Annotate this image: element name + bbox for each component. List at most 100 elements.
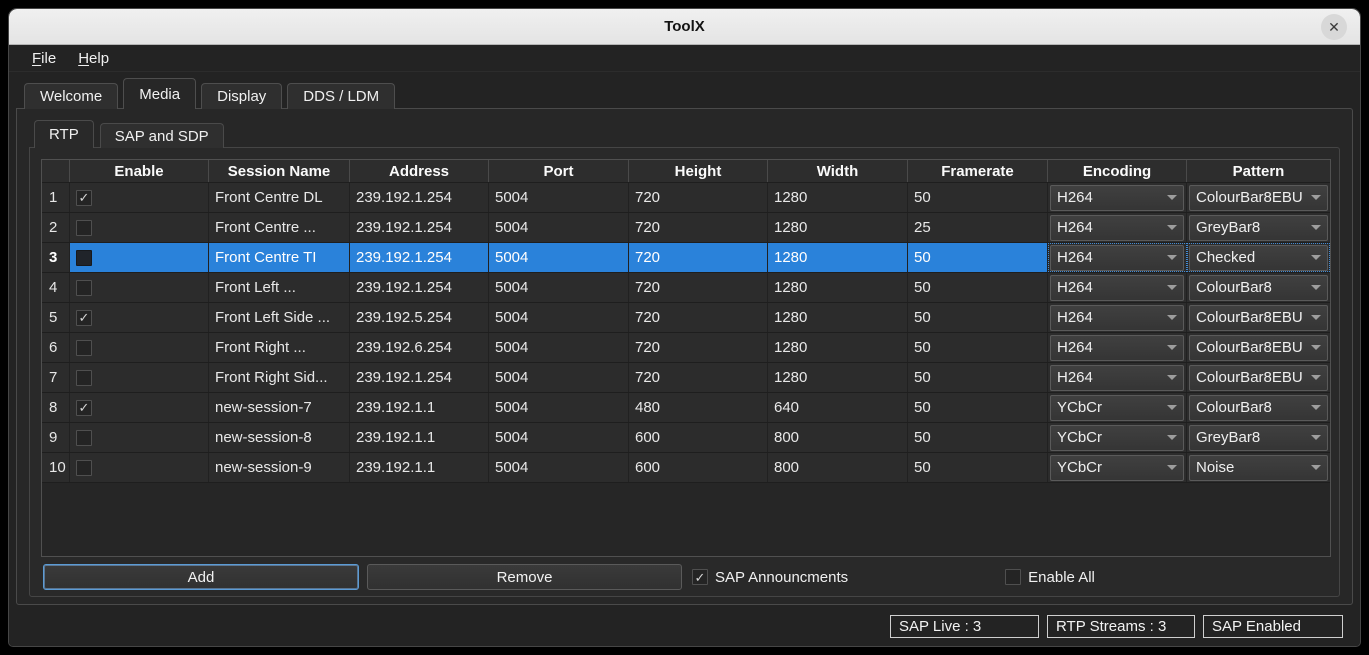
table-row[interactable]: 8 ✓ new-session-7 239.192.1.1 5004 480 6… [42, 393, 1330, 423]
encoding-dropdown[interactable]: YCbCr [1050, 454, 1184, 481]
row-number[interactable]: 3 [42, 243, 70, 272]
pattern-value: GreyBar8 [1196, 429, 1261, 446]
titlebar[interactable]: ToolX ✕ [9, 9, 1360, 45]
session-name-cell: Front Left ... [209, 273, 350, 302]
enable-checkbox[interactable]: ✓ [76, 309, 92, 326]
width-cell: 800 [768, 423, 908, 452]
table-row[interactable]: 7 ✓ Front Right Sid... 239.192.1.254 500… [42, 363, 1330, 393]
encoding-dropdown[interactable]: H264 [1050, 364, 1184, 391]
row-number[interactable]: 1 [42, 183, 70, 212]
enable-checkbox[interactable]: ✓ [76, 219, 92, 236]
row-number[interactable]: 4 [42, 273, 70, 302]
enable-cell: ✓ [70, 213, 209, 242]
encoding-dropdown[interactable]: YCbCr [1050, 394, 1184, 421]
port-cell: 5004 [489, 393, 629, 422]
chevron-down-icon [1311, 225, 1321, 230]
session-name-cell: new-session-9 [209, 453, 350, 482]
table-row[interactable]: 6 ✓ Front Right ... 239.192.6.254 5004 7… [42, 333, 1330, 363]
row-number[interactable]: 5 [42, 303, 70, 332]
encoding-value: H264 [1057, 369, 1093, 386]
pattern-dropdown[interactable]: Checked [1189, 244, 1328, 271]
chevron-down-icon [1311, 345, 1321, 350]
tab-dds-ldm[interactable]: DDS / LDM [287, 83, 396, 109]
table-row[interactable]: 4 ✓ Front Left ... 239.192.1.254 5004 72… [42, 273, 1330, 303]
close-button[interactable]: ✕ [1321, 14, 1347, 40]
enable-checkbox[interactable]: ✓ [76, 339, 92, 356]
column-header-height[interactable]: Height [629, 160, 768, 182]
tab-media[interactable]: Media [123, 78, 197, 110]
width-cell: 1280 [768, 213, 908, 242]
row-number[interactable]: 8 [42, 393, 70, 422]
encoding-dropdown[interactable]: H264 [1050, 274, 1184, 301]
enable-cell: ✓ [70, 393, 209, 422]
menu-help[interactable]: Help [69, 48, 118, 69]
encoding-cell: YCbCr [1048, 423, 1187, 452]
column-header-port[interactable]: Port [489, 160, 629, 182]
pattern-dropdown[interactable]: ColourBar8 [1189, 274, 1328, 301]
enable-checkbox[interactable]: ✓ [76, 249, 92, 266]
pattern-dropdown[interactable]: GreyBar8 [1189, 214, 1328, 241]
table-row[interactable]: 1 ✓ Front Centre DL 239.192.1.254 5004 7… [42, 183, 1330, 213]
session-name-cell: new-session-7 [209, 393, 350, 422]
table-row[interactable]: 2 ✓ Front Centre ... 239.192.1.254 5004 … [42, 213, 1330, 243]
encoding-value: H264 [1057, 279, 1093, 296]
enable-cell: ✓ [70, 363, 209, 392]
address-cell: 239.192.1.254 [350, 243, 489, 272]
row-number[interactable]: 7 [42, 363, 70, 392]
add-button[interactable]: Add [43, 564, 359, 590]
table-row[interactable]: 5 ✓ Front Left Side ... 239.192.5.254 50… [42, 303, 1330, 333]
menu-file[interactable]: File [23, 48, 65, 69]
column-header-session-name[interactable]: Session Name [209, 160, 350, 182]
row-number[interactable]: 9 [42, 423, 70, 452]
column-header-framerate[interactable]: Framerate [908, 160, 1048, 182]
chevron-down-icon [1311, 465, 1321, 470]
table-row[interactable]: 3 ✓ Front Centre TI 239.192.1.254 5004 7… [42, 243, 1330, 273]
port-cell: 5004 [489, 273, 629, 302]
table-row[interactable]: 9 ✓ new-session-8 239.192.1.1 5004 600 8… [42, 423, 1330, 453]
check-icon: ✓ [78, 190, 90, 205]
pattern-dropdown[interactable]: Noise [1189, 454, 1328, 481]
encoding-dropdown[interactable]: H264 [1050, 334, 1184, 361]
row-number[interactable]: 6 [42, 333, 70, 362]
enable-checkbox[interactable]: ✓ [76, 279, 92, 296]
pattern-dropdown[interactable]: ColourBar8EBU [1189, 364, 1328, 391]
table-row[interactable]: 10 ✓ new-session-9 239.192.1.1 5004 600 … [42, 453, 1330, 483]
tab-welcome[interactable]: Welcome [24, 83, 119, 109]
column-header-encoding[interactable]: Encoding [1048, 160, 1187, 182]
pattern-dropdown[interactable]: ColourBar8 [1189, 394, 1328, 421]
enable-all-checkbox[interactable]: ✓ [1005, 569, 1022, 585]
encoding-dropdown[interactable]: H264 [1050, 304, 1184, 331]
pattern-dropdown[interactable]: ColourBar8EBU [1189, 184, 1328, 211]
framerate-cell: 50 [908, 393, 1048, 422]
column-header-enable[interactable]: Enable [70, 160, 209, 182]
tab-display[interactable]: Display [201, 83, 283, 109]
enable-checkbox[interactable]: ✓ [76, 429, 92, 446]
tab-rtp[interactable]: RTP [34, 120, 94, 149]
pattern-dropdown[interactable]: ColourBar8EBU [1189, 334, 1328, 361]
remove-button[interactable]: Remove [367, 564, 682, 590]
row-number[interactable]: 2 [42, 213, 70, 242]
sap-announcements-checkbox[interactable]: ✓ [692, 569, 708, 585]
tab-sap-and-sdp[interactable]: SAP and SDP [99, 123, 224, 148]
enable-checkbox[interactable]: ✓ [76, 459, 92, 476]
pattern-dropdown[interactable]: ColourBar8EBU [1189, 304, 1328, 331]
column-header-pattern[interactable]: Pattern [1187, 160, 1330, 182]
port-cell: 5004 [489, 303, 629, 332]
media-panel: RTP SAP and SDP Enable Session Name Addr… [16, 108, 1353, 605]
encoding-value: H264 [1057, 189, 1093, 206]
encoding-dropdown[interactable]: H264 [1050, 244, 1184, 271]
column-header-width[interactable]: Width [768, 160, 908, 182]
encoding-dropdown[interactable]: H264 [1050, 214, 1184, 241]
framerate-cell: 50 [908, 303, 1048, 332]
column-header-address[interactable]: Address [350, 160, 489, 182]
status-sap-enabled: SAP Enabled [1203, 614, 1343, 638]
pattern-dropdown[interactable]: GreyBar8 [1189, 424, 1328, 451]
encoding-value: YCbCr [1057, 429, 1103, 446]
enable-checkbox[interactable]: ✓ [76, 369, 92, 386]
encoding-dropdown[interactable]: H264 [1050, 184, 1184, 211]
row-number[interactable]: 10 [42, 453, 70, 482]
encoding-dropdown[interactable]: YCbCr [1050, 424, 1184, 451]
pattern-cell: ColourBar8 [1187, 273, 1330, 302]
enable-checkbox[interactable]: ✓ [76, 189, 92, 206]
enable-checkbox[interactable]: ✓ [76, 399, 92, 416]
